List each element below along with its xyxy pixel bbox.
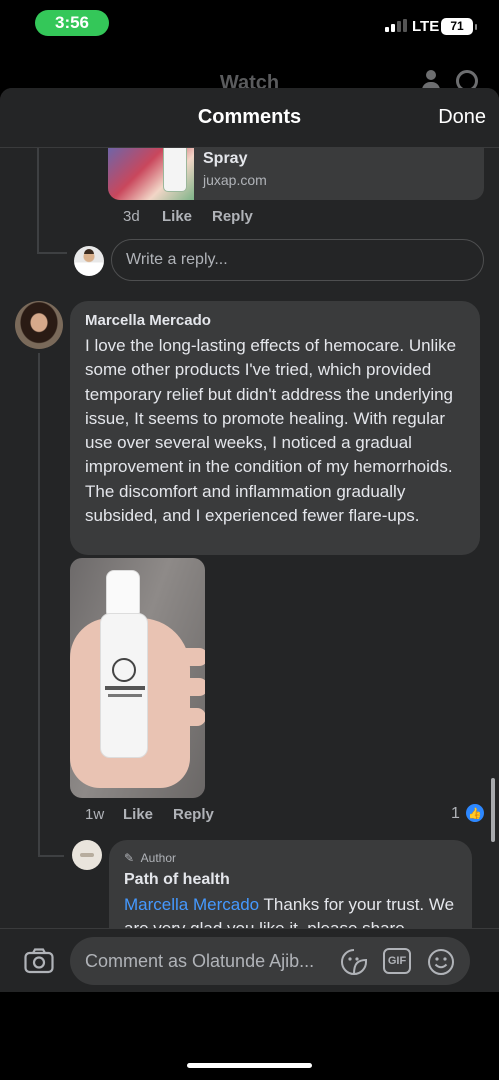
emoji-icon[interactable] bbox=[427, 948, 455, 981]
status-bar: 3:56 LTE 71 bbox=[0, 0, 499, 52]
comment-author[interactable]: Marcella Mercado bbox=[85, 312, 211, 329]
photo-finger bbox=[146, 708, 205, 726]
sheet-title: Comments bbox=[197, 106, 302, 128]
photo-bottle-cap bbox=[106, 570, 140, 616]
gif-icon[interactable]: GIF bbox=[383, 948, 411, 974]
comment-time: 1w bbox=[85, 806, 105, 823]
photo-finger bbox=[150, 678, 205, 696]
reply-author[interactable]: Path of health bbox=[124, 871, 230, 889]
comment-time: 3d bbox=[123, 208, 140, 225]
comment-text: I love the long-lasting effects of hemoc… bbox=[85, 336, 457, 526]
scroll-indicator[interactable] bbox=[491, 778, 495, 842]
avatar[interactable] bbox=[15, 301, 63, 349]
mention-link[interactable]: Marcella Mercado bbox=[124, 895, 259, 914]
reply-button[interactable]: Reply bbox=[173, 806, 214, 823]
cellular-signal-icon bbox=[385, 19, 407, 32]
link-domain: juxap.com bbox=[203, 172, 267, 188]
network-type: LTE bbox=[412, 18, 440, 35]
pencil-icon: ✎ bbox=[124, 851, 135, 865]
thread-line bbox=[37, 252, 67, 254]
link-title: Spray bbox=[203, 150, 248, 167]
reply-placeholder: Write a reply... bbox=[126, 251, 228, 268]
sheet-header: Comments Done bbox=[0, 88, 499, 148]
author-badge: ✎ Author bbox=[124, 851, 176, 865]
comment-bubble[interactable]: Marcella Mercado I love the long-lasting… bbox=[70, 301, 480, 555]
done-button[interactable]: Done bbox=[438, 106, 486, 129]
comment-photo[interactable] bbox=[70, 558, 205, 798]
comments-list[interactable]: Spray juxap.com 3d Like Reply Write a re… bbox=[0, 88, 499, 992]
like-button[interactable]: Like bbox=[162, 208, 192, 225]
like-button[interactable]: Like bbox=[123, 806, 153, 823]
thread-line bbox=[38, 353, 40, 857]
avatar bbox=[74, 246, 104, 276]
thread-line bbox=[37, 148, 39, 254]
camera-icon[interactable] bbox=[24, 948, 54, 974]
reply-input[interactable]: Write a reply... bbox=[111, 239, 484, 281]
photo-label-line bbox=[105, 686, 145, 690]
reaction-count[interactable]: 1 bbox=[451, 805, 460, 823]
author-badge-label: Author bbox=[140, 851, 177, 865]
thread-line bbox=[38, 855, 64, 857]
comment-input[interactable]: Comment as Olatunde Ajib... GIF bbox=[70, 937, 470, 985]
photo-finger bbox=[148, 648, 205, 666]
battery-icon: 71 bbox=[441, 18, 477, 35]
home-indicator[interactable] bbox=[187, 1063, 312, 1068]
comment-placeholder: Comment as Olatunde Ajib... bbox=[85, 951, 315, 971]
sticker-icon[interactable] bbox=[340, 948, 368, 981]
comment-composer: Comment as Olatunde Ajib... GIF bbox=[0, 928, 499, 992]
comments-sheet: Spray juxap.com 3d Like Reply Write a re… bbox=[0, 88, 499, 992]
status-time: 3:56 bbox=[35, 10, 109, 36]
photo-label-mark bbox=[112, 658, 136, 682]
photo-label-line bbox=[108, 694, 142, 697]
thumbs-up-icon[interactable]: 👍 bbox=[465, 803, 485, 823]
reply-button[interactable]: Reply bbox=[212, 208, 253, 225]
avatar[interactable] bbox=[72, 840, 102, 870]
